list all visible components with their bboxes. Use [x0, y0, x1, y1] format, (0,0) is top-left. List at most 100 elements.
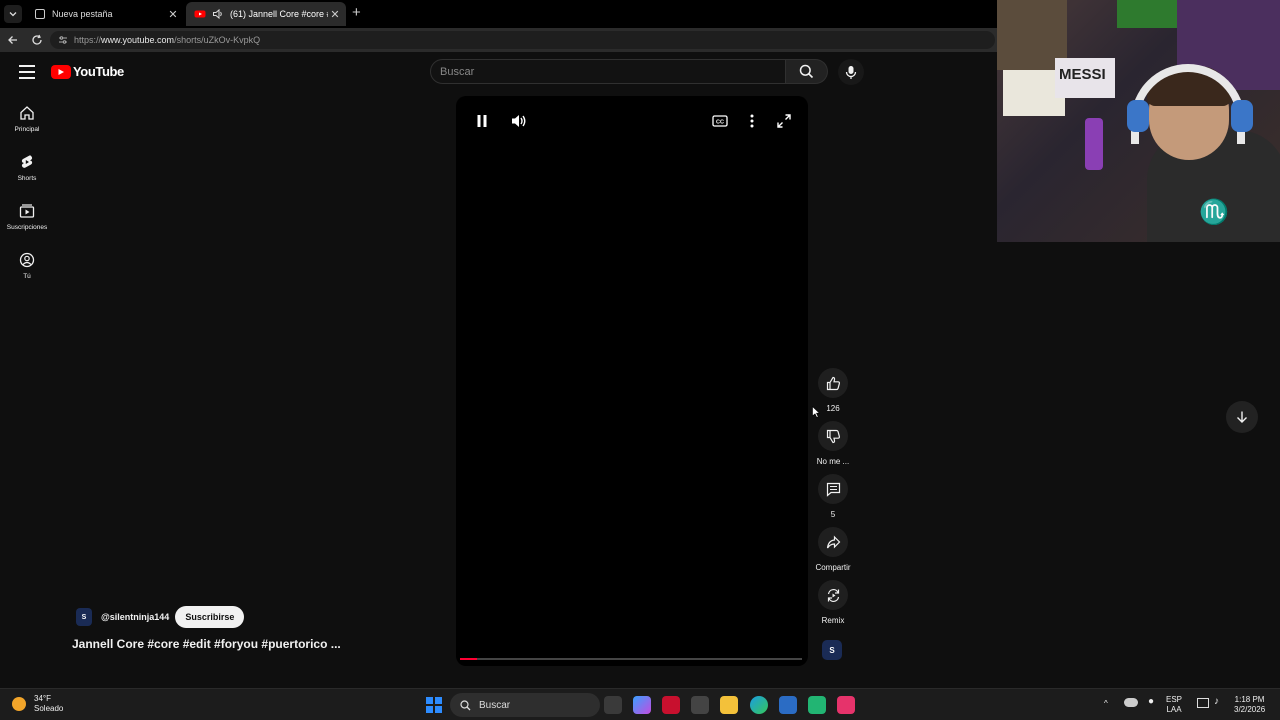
- shorts-video-player[interactable]: CC: [456, 96, 808, 666]
- weather-widget[interactable]: 34°F Soleado: [12, 694, 63, 714]
- search-button[interactable]: [786, 59, 828, 84]
- webcam-overlay: MESSI ♏: [997, 0, 1280, 242]
- tab-new-tab[interactable]: Nueva pestaña ✕: [26, 2, 184, 26]
- subscribe-button[interactable]: Suscribirse: [175, 606, 245, 628]
- tab-youtube[interactable]: (61) Jannell Core #core #edit ✕: [186, 2, 346, 26]
- more-vert-icon: [750, 114, 754, 128]
- sidebar-item-subscriptions[interactable]: Suscripciones: [0, 203, 54, 231]
- keyboard-layout: LAA: [1166, 705, 1182, 714]
- thumbs-up-icon: [826, 376, 840, 390]
- url-path: /shorts/uZkOv-KvpkQ: [174, 35, 261, 45]
- close-icon[interactable]: ✕: [328, 8, 342, 21]
- task-view-icon[interactable]: [604, 696, 622, 714]
- tiktok-icon[interactable]: [837, 696, 855, 714]
- thumbs-down-icon: [826, 429, 840, 443]
- share-label: Compartir: [815, 563, 851, 572]
- remix-button[interactable]: Remix: [815, 580, 851, 625]
- taskbar-search[interactable]: Buscar: [450, 693, 600, 717]
- time: 1:18 PM: [1234, 695, 1265, 704]
- sound-channel-avatar[interactable]: S: [822, 640, 842, 660]
- dislike-button[interactable]: No me ...: [815, 421, 851, 466]
- youtube-logo[interactable]: YouTube: [51, 64, 124, 79]
- microphone-icon: [845, 65, 857, 79]
- search-placeholder: Buscar: [440, 65, 475, 78]
- search-input[interactable]: Buscar: [430, 59, 786, 84]
- url-prefix: https://: [74, 35, 102, 45]
- search-icon: [799, 64, 814, 79]
- next-video-button[interactable]: [1226, 401, 1258, 433]
- page-icon: [35, 9, 45, 19]
- speaker-icon[interactable]: [212, 8, 224, 20]
- mouse-cursor-icon: [812, 406, 820, 418]
- sidebar-item-label: Tú: [23, 273, 31, 280]
- rgb-light: [1085, 118, 1103, 170]
- like-button[interactable]: 126: [815, 368, 851, 413]
- file-explorer-icon[interactable]: [720, 696, 738, 714]
- app-icon[interactable]: [691, 696, 709, 714]
- messi-poster: MESSI: [1055, 58, 1115, 98]
- pause-button[interactable]: [471, 110, 493, 132]
- more-options-button[interactable]: [741, 110, 763, 132]
- tab-list-button[interactable]: [4, 5, 22, 23]
- shield-icon[interactable]: [779, 696, 797, 714]
- sidebar-item-home[interactable]: Principal: [0, 105, 54, 133]
- cloud-icon[interactable]: [1124, 698, 1138, 707]
- close-icon[interactable]: ✕: [166, 8, 180, 21]
- channel-info: S @silentninja144 Suscribirse: [76, 606, 245, 628]
- menu-button[interactable]: [19, 65, 35, 79]
- reload-button[interactable]: [29, 32, 45, 48]
- chevron-down-icon: [9, 12, 17, 17]
- date: 3/2/2026: [1234, 705, 1266, 714]
- copilot-icon[interactable]: [633, 696, 651, 714]
- headphone-cup: [1231, 100, 1253, 132]
- language-code: ESP: [1166, 695, 1183, 704]
- channel-handle[interactable]: @silentninja144: [101, 612, 169, 622]
- network-icon[interactable]: [1197, 698, 1209, 708]
- home-icon: [20, 106, 34, 120]
- remix-label: Remix: [821, 616, 845, 625]
- temperature: 34°F: [34, 694, 51, 703]
- clock[interactable]: 1:18 PM 3/2/2026: [1234, 695, 1265, 715]
- captions-icon: CC: [712, 115, 728, 127]
- tab-title: Nueva pestaña: [52, 9, 113, 19]
- wall-poster: [1117, 0, 1177, 28]
- sidebar-item-label: Shorts: [17, 175, 37, 182]
- comment-icon: [826, 482, 840, 497]
- chevron-up-icon[interactable]: ^: [1104, 699, 1108, 709]
- remix-icon: [827, 588, 839, 602]
- microphone-icon[interactable]: ●: [1148, 697, 1154, 707]
- taskbar-search-label: Buscar: [479, 699, 511, 711]
- android-app-icon[interactable]: [808, 696, 826, 714]
- video-title[interactable]: Jannell Core #core #edit #foryou #puerto…: [72, 637, 341, 651]
- volume-icon[interactable]: ♪: [1214, 697, 1219, 707]
- voice-search-button[interactable]: [838, 59, 864, 85]
- progress-fill: [460, 658, 478, 660]
- scorpio-symbol-icon: ♏: [1199, 199, 1229, 226]
- youtube-favicon-icon: [194, 10, 206, 18]
- volume-button[interactable]: [508, 110, 530, 132]
- site-info-icon[interactable]: [58, 35, 68, 45]
- url-field[interactable]: https://www.youtube.com/shorts/uZkOv-Kvp…: [50, 31, 995, 49]
- edge-browser-icon[interactable]: [750, 696, 768, 714]
- youtube-play-icon: [51, 64, 71, 79]
- video-progress-bar[interactable]: [460, 658, 802, 660]
- avatar[interactable]: S: [76, 608, 92, 626]
- avatar-letter: S: [829, 645, 835, 655]
- comment-count: 5: [830, 510, 836, 519]
- new-tab-button[interactable]: +: [352, 5, 361, 21]
- mcafee-icon[interactable]: [662, 696, 680, 714]
- share-button[interactable]: Compartir: [815, 527, 851, 572]
- sidebar-item-you[interactable]: Tú: [0, 252, 54, 280]
- svg-text:CC: CC: [716, 119, 724, 125]
- comments-button[interactable]: 5: [815, 474, 851, 519]
- fullscreen-button[interactable]: [773, 110, 795, 132]
- windows-start-button[interactable]: [426, 697, 442, 713]
- back-button[interactable]: [5, 32, 21, 48]
- logo-text: YouTube: [73, 64, 124, 79]
- sidebar-item-shorts[interactable]: Shorts: [0, 154, 54, 182]
- language-indicator[interactable]: ESP LAA: [1166, 695, 1182, 715]
- volume-icon: [512, 115, 526, 127]
- captions-button[interactable]: CC: [709, 110, 731, 132]
- like-count: 126: [826, 404, 840, 413]
- weather-condition: Soleado: [34, 704, 64, 713]
